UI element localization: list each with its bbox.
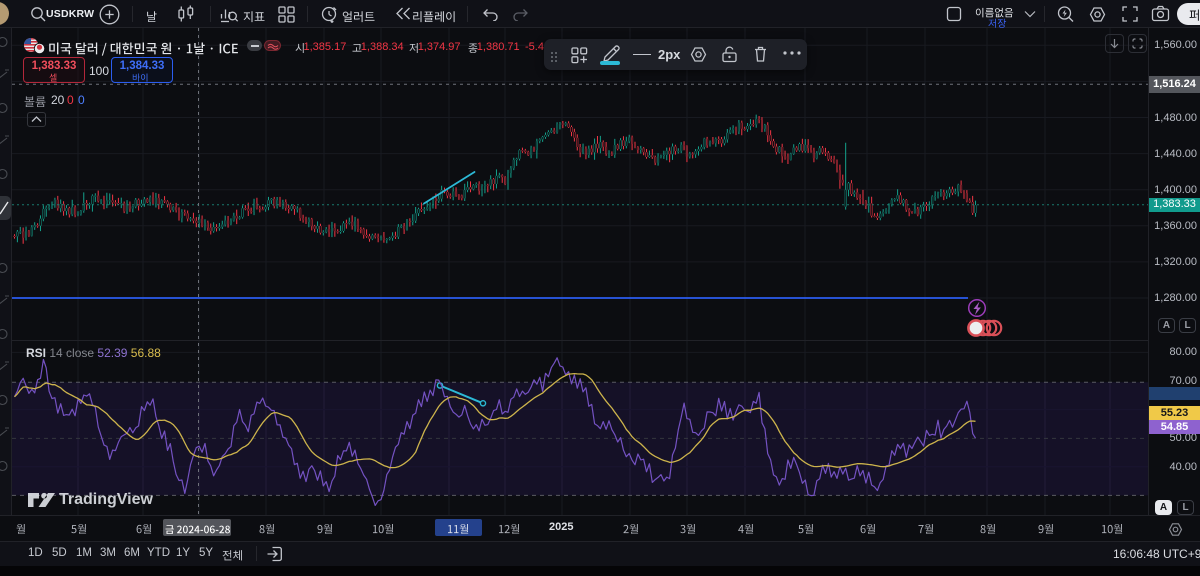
svg-text:TradingView: TradingView (59, 491, 154, 508)
